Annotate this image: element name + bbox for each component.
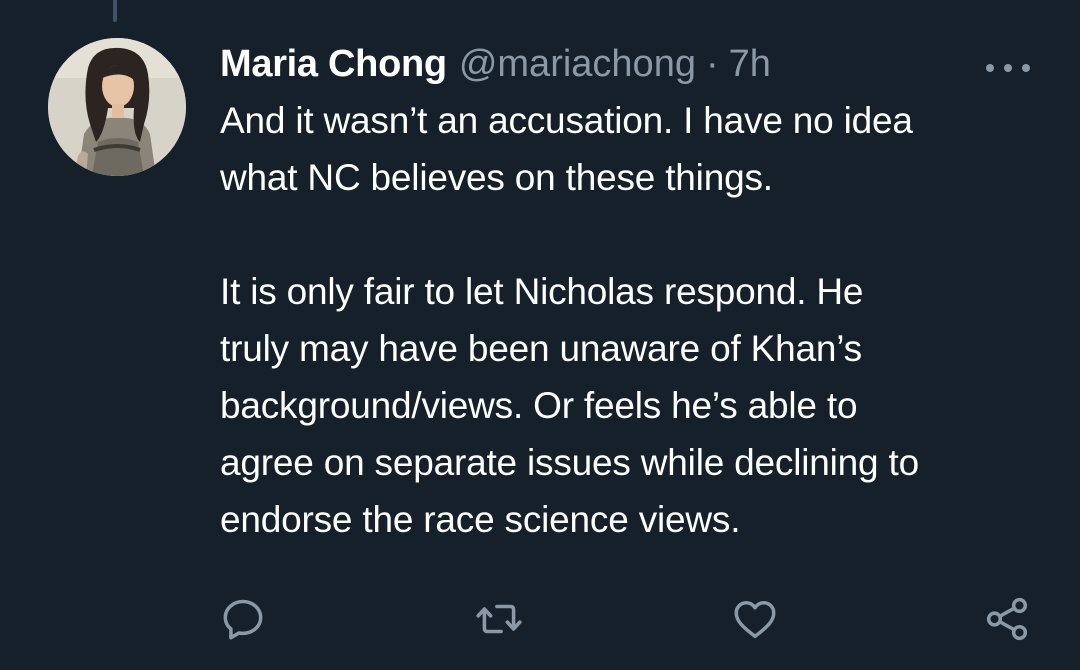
- tweet-actions: [216, 592, 1036, 646]
- display-name[interactable]: Maria Chong: [220, 36, 447, 92]
- tweet-paragraph: And it wasn’t an accusation. I have no i…: [220, 100, 913, 198]
- tweet-header: Maria Chong @mariachong · 7h: [220, 36, 1040, 92]
- like-button[interactable]: [728, 592, 782, 646]
- more-horizontal-icon[interactable]: [984, 56, 1032, 80]
- timestamp[interactable]: 7h: [729, 36, 771, 92]
- retweet-button[interactable]: [472, 592, 526, 646]
- share-icon: [986, 597, 1028, 641]
- avatar[interactable]: [48, 38, 186, 176]
- user-handle[interactable]: @mariachong: [459, 36, 696, 92]
- tweet-content: Maria Chong @mariachong · 7h And it wasn…: [220, 36, 1040, 548]
- tweet-text: And it wasn’t an accusation. I have no i…: [220, 92, 1040, 548]
- separator-dot: ·: [705, 43, 719, 85]
- more-dot: [986, 64, 994, 72]
- avatar-image: [48, 38, 186, 176]
- reply-icon: [223, 599, 263, 640]
- retweet-icon: [476, 604, 522, 634]
- tweet-paragraph: It is only fair to let Nicholas respond.…: [220, 271, 919, 540]
- more-dot: [1004, 64, 1012, 72]
- more-dot: [1022, 64, 1030, 72]
- share-button[interactable]: [980, 592, 1034, 646]
- reply-button[interactable]: [216, 592, 270, 646]
- heart-icon: [734, 600, 776, 639]
- thread-connector-line: [113, 0, 117, 22]
